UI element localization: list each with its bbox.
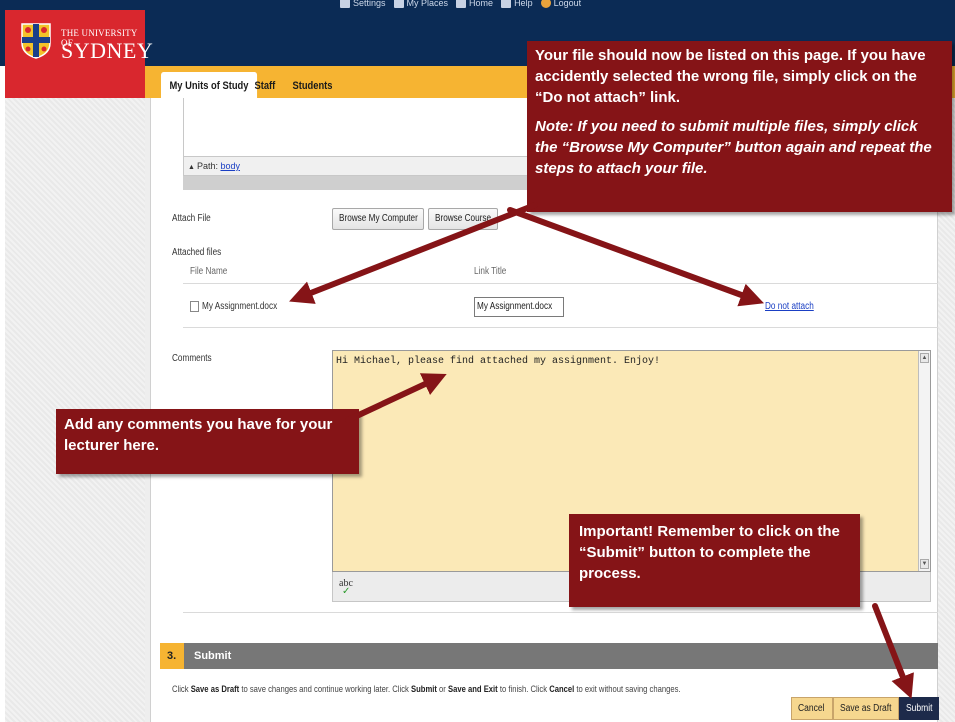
top-link-home[interactable]: Home: [456, 0, 493, 8]
save-as-draft-button[interactable]: Save as Draft: [833, 697, 899, 720]
settings-icon: [340, 0, 350, 8]
path-body-link[interactable]: body: [220, 161, 240, 171]
tab-staff[interactable]: Staff: [246, 72, 284, 98]
submit-button[interactable]: Submit: [899, 697, 939, 720]
callout-note: Note: If you need to submit multiple fil…: [535, 118, 932, 177]
comments-label: Comments: [172, 353, 212, 364]
section-number: 3.: [160, 643, 184, 669]
divider: [183, 327, 938, 328]
logout-icon: [540, 0, 551, 8]
top-link-help[interactable]: Help: [501, 0, 533, 8]
help-icon: [501, 0, 512, 8]
top-links: Settings My Places Home Help Logout: [340, 0, 581, 10]
cancel-button[interactable]: Cancel: [791, 697, 833, 720]
link-title-input[interactable]: My Assignment.docx: [474, 297, 564, 317]
home-icon: [456, 0, 467, 8]
document-icon: [190, 301, 199, 312]
callout-submit: Important! Remember to click on the “Sub…: [569, 514, 860, 607]
callout-attached-file: Your file should now be listed on this p…: [527, 41, 952, 212]
page-frame: Settings My Places Home Help Logout THE …: [0, 0, 955, 722]
divider: [183, 612, 938, 613]
divider: [183, 283, 938, 284]
collapse-triangle-icon[interactable]: ▲: [188, 164, 195, 171]
top-link-settings[interactable]: Settings: [340, 0, 386, 8]
attach-file-label: Attach File: [172, 213, 211, 224]
tab-students[interactable]: Students: [284, 72, 341, 98]
comments-text: Hi Michael, please find attached my assi…: [336, 356, 661, 367]
browse-course-button[interactable]: Browse Course: [428, 208, 498, 230]
browse-my-computer-button[interactable]: Browse My Computer: [332, 208, 424, 230]
crest-icon: [21, 23, 51, 59]
section-title: Submit: [194, 650, 232, 662]
comments-scrollbar[interactable]: ▲ ▼: [918, 351, 930, 571]
places-icon: [393, 0, 404, 8]
university-logo[interactable]: THE UNIVERSITY OF SYDNEY: [5, 10, 153, 98]
tab-my-units[interactable]: My Units of Study: [161, 72, 257, 98]
file-name-header: File Name: [190, 266, 228, 277]
top-link-my-places[interactable]: My Places: [393, 0, 448, 8]
scroll-down-icon[interactable]: ▼: [920, 559, 929, 569]
attached-file-name: My Assignment.docx: [202, 301, 278, 312]
checkmark-icon: ✓: [342, 586, 351, 597]
submit-help-text: Click Save as Draft to save changes and …: [172, 684, 681, 694]
top-link-logout[interactable]: Logout: [540, 0, 581, 8]
link-title-header: Link Title: [474, 266, 507, 277]
do-not-attach-link[interactable]: Do not attach: [765, 301, 814, 312]
submit-section-header: 3. Submit: [160, 643, 938, 669]
university-name-big: SYDNEY: [61, 38, 154, 63]
attached-files-label: Attached files: [172, 247, 222, 258]
scroll-up-icon[interactable]: ▲: [920, 353, 929, 363]
callout-comments: Add any comments you have for your lectu…: [56, 409, 359, 474]
